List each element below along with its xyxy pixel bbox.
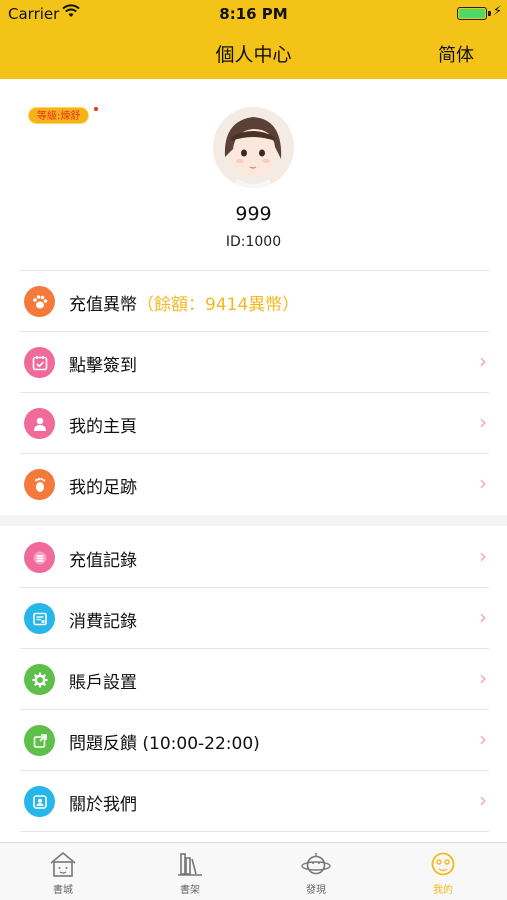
badge-dot: [93, 106, 99, 112]
house-icon: [50, 851, 76, 877]
calendar-check-icon: [24, 347, 55, 378]
battery-icon: [457, 7, 487, 20]
header-bar: Carrier 8:16 PM ⚡ 個人中心 简体: [0, 0, 507, 79]
tab-label: 我的: [433, 885, 453, 896]
menu-item-label: 問題反饋 (10:00-22:00): [69, 734, 260, 754]
face-icon: [431, 852, 455, 876]
menu-item-recharge-history[interactable]: 充值記錄 ›: [0, 527, 507, 588]
chevron-right-icon: ›: [479, 605, 487, 629]
tab-bookshelf[interactable]: 書架: [127, 843, 253, 900]
tab-bookstore[interactable]: 書城: [0, 843, 126, 900]
divider: [20, 831, 489, 832]
chevron-right-icon: ›: [479, 410, 487, 434]
menu-item-label: 我的足跡: [69, 478, 137, 498]
menu-item-label: 賬戶設置: [69, 673, 137, 693]
menu-item-label: 消費記錄: [69, 612, 137, 632]
menu-item-checkin[interactable]: 點擊簽到 ›: [0, 332, 507, 393]
tab-discover[interactable]: 發現: [253, 843, 379, 900]
menu-item-spending-history[interactable]: 消費記錄 ›: [0, 588, 507, 649]
menu-item-about-us[interactable]: 關於我們 ›: [0, 771, 507, 832]
menu-item-recharge[interactable]: 充值異幣（餘額：9414異幣）: [0, 271, 507, 332]
menu-item-label: 我的主頁: [69, 417, 137, 437]
language-toggle-button[interactable]: 简体: [438, 41, 474, 67]
planet-icon: [301, 853, 331, 875]
menu-item-account-settings[interactable]: 賬戶設置 ›: [0, 649, 507, 710]
username: 999: [235, 203, 272, 225]
tab-mine[interactable]: 我的: [380, 843, 506, 900]
avatar[interactable]: [213, 107, 294, 188]
chevron-right-icon: ›: [479, 471, 487, 495]
chevron-right-icon: ›: [479, 544, 487, 568]
menu-item-label: 充值異幣: [69, 295, 137, 315]
chevron-right-icon: ›: [479, 349, 487, 373]
balance-text: （餘額：9414異幣）: [137, 295, 300, 315]
profile-section: 等級:煉舒 999 ID:1000: [0, 79, 507, 271]
menu-item-footprint[interactable]: 我的足跡 ›: [0, 454, 507, 515]
section-gap: [0, 515, 507, 526]
menu-item-label: 點擊簽到: [69, 356, 137, 376]
chevron-right-icon: ›: [479, 727, 487, 751]
menu-item-feedback[interactable]: 問題反饋 (10:00-22:00) ›: [0, 710, 507, 771]
footprint-icon: [24, 469, 55, 500]
tab-bar: 書城 書架 發現 我的: [0, 842, 507, 900]
bookshelf-icon: [178, 853, 202, 876]
level-badge: 等級:煉舒: [28, 107, 90, 124]
contact-icon: [24, 786, 55, 817]
gear-icon: [24, 664, 55, 695]
user-id: ID:1000: [225, 234, 282, 250]
menu-item-homepage[interactable]: 我的主頁 ›: [0, 393, 507, 454]
chevron-right-icon: ›: [479, 788, 487, 812]
clock: 8:16 PM: [219, 5, 288, 23]
paw-icon: [24, 286, 55, 317]
user-icon: [24, 408, 55, 439]
receipt-icon: [24, 603, 55, 634]
page-title: 個人中心: [215, 44, 292, 66]
tab-label: 發現: [306, 885, 326, 896]
chevron-right-icon: ›: [479, 666, 487, 690]
charging-icon: ⚡: [492, 4, 502, 19]
tab-label: 書架: [180, 885, 200, 896]
tab-label: 書城: [53, 885, 73, 896]
battery-tip: [488, 11, 491, 16]
feedback-icon: [24, 725, 55, 756]
status-bar: Carrier 8:16 PM ⚡: [0, 0, 507, 28]
menu-item-label: 充值記錄: [69, 551, 137, 571]
list-icon: [24, 542, 55, 573]
menu-item-label: 關於我們: [69, 795, 137, 815]
